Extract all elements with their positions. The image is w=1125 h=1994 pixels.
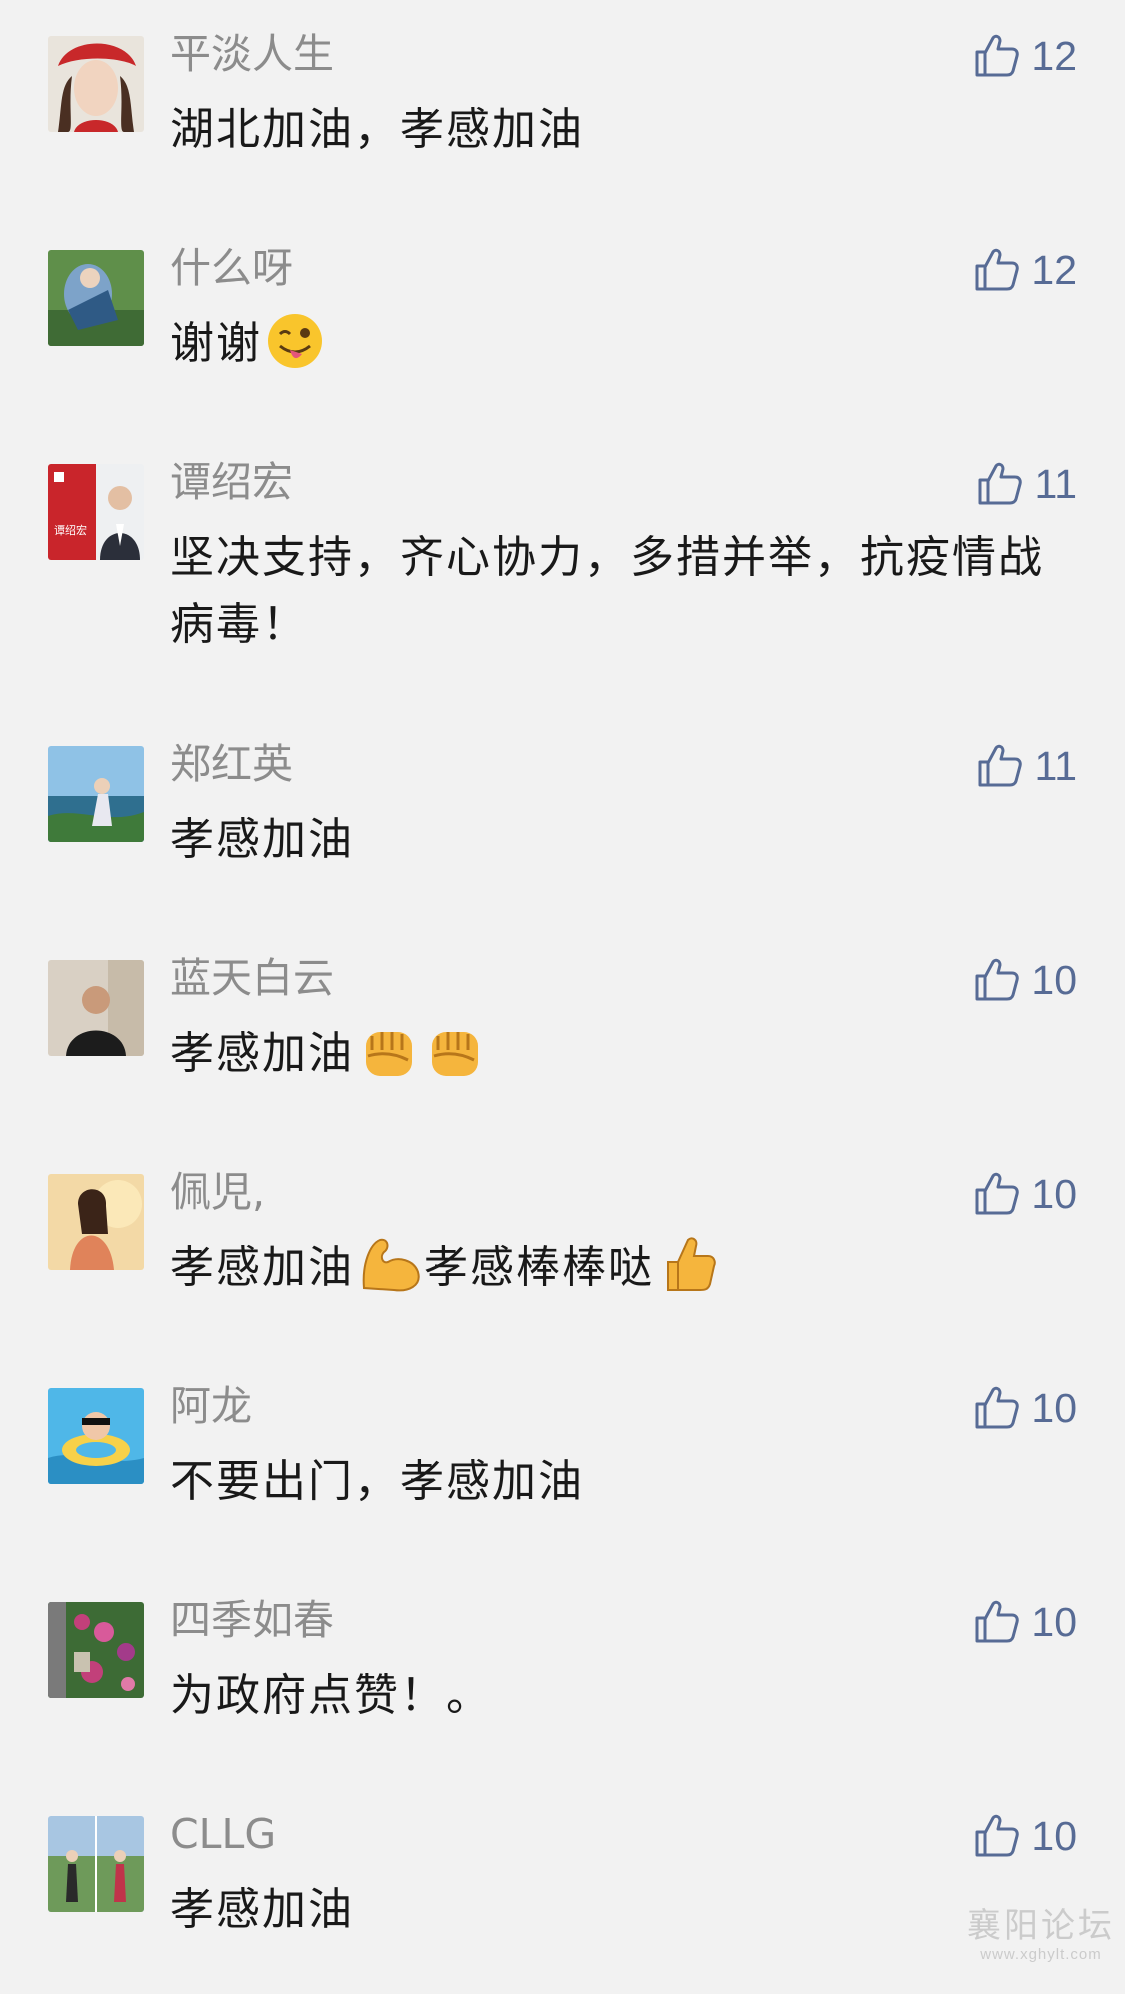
thumbs-up-icon <box>973 1812 1021 1860</box>
like-count: 12 <box>1031 32 1077 79</box>
avatar-card-text: 谭绍宏 <box>54 523 87 537</box>
like-count: 10 <box>1031 1812 1077 1859</box>
avatar[interactable] <box>48 250 144 346</box>
thumbs-up-icon <box>973 246 1021 294</box>
comment-item: 阿龙 10 不要出门，孝感加油 <box>0 1352 1125 1566</box>
comment-text-part: 坚决支持，齐心协力，多措并举，抗疫情战病毒！ <box>170 532 1044 650</box>
comment-item: 郑红英 11 孝感加油 <box>0 710 1125 924</box>
avatar[interactable] <box>48 1174 144 1270</box>
comment-item: 四季如春 10 为政府点赞！。 <box>0 1566 1125 1780</box>
comment-text: 谢谢 <box>170 310 1050 389</box>
comment-text: 湖北加油，孝感加油 <box>170 96 1050 163</box>
comment-text-part: 湖北加油，孝感加油 <box>170 104 584 155</box>
like-count: 11 <box>1034 742 1077 789</box>
thumbs-up-icon <box>973 1598 1021 1646</box>
comment-item: 什么呀 12 谢谢 <box>0 214 1125 428</box>
comment-item: 蓝天白云 10 孝感加油 <box>0 924 1125 1138</box>
winking-tongue-emoji <box>266 312 324 389</box>
avatar[interactable] <box>48 1388 144 1484</box>
comment-text: 不要出门，孝感加油 <box>170 1448 1050 1515</box>
like-button[interactable]: 10 <box>973 1808 1077 1864</box>
username[interactable]: 蓝天白云 <box>170 952 334 1004</box>
username[interactable]: 谭绍宏 <box>170 456 293 508</box>
comment-text-part: 为政府点赞！。 <box>170 1670 492 1721</box>
like-button[interactable]: 12 <box>973 28 1077 84</box>
raised-fist-emoji <box>424 1020 486 1099</box>
like-button[interactable]: 10 <box>973 1166 1077 1222</box>
thumbs-up-icon <box>973 1384 1021 1432</box>
thumbs-up-icon <box>973 956 1021 1004</box>
comment-text: 为政府点赞！。 <box>170 1662 1050 1729</box>
like-button[interactable]: 12 <box>973 242 1077 298</box>
like-count: 10 <box>1031 1384 1077 1431</box>
raised-fist-emoji <box>358 1020 420 1099</box>
username[interactable]: 郑红英 <box>170 738 293 790</box>
like-count: 11 <box>1034 460 1077 507</box>
comment-text-part: 孝感加油 <box>170 1242 354 1293</box>
like-count: 10 <box>1031 1598 1077 1645</box>
comment-text: 孝感加油 <box>170 806 1050 873</box>
comment-text-part: 孝感加油 <box>170 1884 354 1935</box>
username[interactable]: 佩児, <box>170 1166 265 1218</box>
flexed-biceps-emoji <box>358 1234 424 1313</box>
thumbs-up-icon <box>976 460 1024 508</box>
comment-text: 坚决支持，齐心协力，多措并举，抗疫情战病毒！ <box>170 524 1050 658</box>
like-button[interactable]: 11 <box>976 456 1077 512</box>
like-count: 12 <box>1031 246 1077 293</box>
watermark-url: www.xghylt.com <box>980 1946 1102 1963</box>
username[interactable]: 阿龙 <box>170 1380 252 1432</box>
comment-text-part: 谢谢 <box>170 318 262 369</box>
comment-item: CLLG 10 孝感加油 <box>0 1780 1125 1994</box>
comment-item: 平淡人生 12 湖北加油，孝感加油 <box>0 0 1125 214</box>
thumbs-up-icon <box>976 742 1024 790</box>
username[interactable]: 四季如春 <box>170 1594 334 1646</box>
avatar[interactable] <box>48 1602 144 1698</box>
like-button[interactable]: 10 <box>973 1380 1077 1436</box>
avatar[interactable] <box>48 1816 144 1912</box>
thumbs-up-icon <box>973 1170 1021 1218</box>
thumbs-up-icon <box>973 32 1021 80</box>
watermark: 襄阳论坛 www.xghylt.com <box>967 1906 1115 1963</box>
comment-text-part: 孝感加油 <box>170 814 354 865</box>
username[interactable]: CLLG <box>170 1808 276 1860</box>
thumbs-up-emoji <box>658 1234 718 1313</box>
comment-text: 孝感加油 <box>170 1020 1050 1099</box>
comment-item: 佩児, 10 孝感加油 孝感棒棒哒 <box>0 1138 1125 1352</box>
like-button[interactable]: 11 <box>976 738 1077 794</box>
watermark-title: 襄阳论坛 <box>967 1906 1115 1946</box>
comment-text-part: 孝感加油 <box>170 1028 354 1079</box>
username[interactable]: 平淡人生 <box>170 28 334 80</box>
like-button[interactable]: 10 <box>973 1594 1077 1650</box>
avatar[interactable]: 谭绍宏 <box>48 464 144 560</box>
avatar[interactable] <box>48 960 144 1056</box>
like-button[interactable]: 10 <box>973 952 1077 1008</box>
like-count: 10 <box>1031 1170 1077 1217</box>
username[interactable]: 什么呀 <box>170 242 293 294</box>
comment-text: 孝感加油 孝感棒棒哒 <box>170 1234 1050 1313</box>
comment-text-part: 孝感棒棒哒 <box>424 1242 654 1293</box>
comment-text-part: 不要出门，孝感加油 <box>170 1456 584 1507</box>
avatar[interactable] <box>48 746 144 842</box>
comment-text: 孝感加油 <box>170 1876 1050 1943</box>
like-count: 10 <box>1031 956 1077 1003</box>
avatar[interactable] <box>48 36 144 132</box>
comment-item: 谭绍宏 谭绍宏 11 坚决支持，齐心协力，多措并举，抗疫情战病毒！ <box>0 428 1125 650</box>
